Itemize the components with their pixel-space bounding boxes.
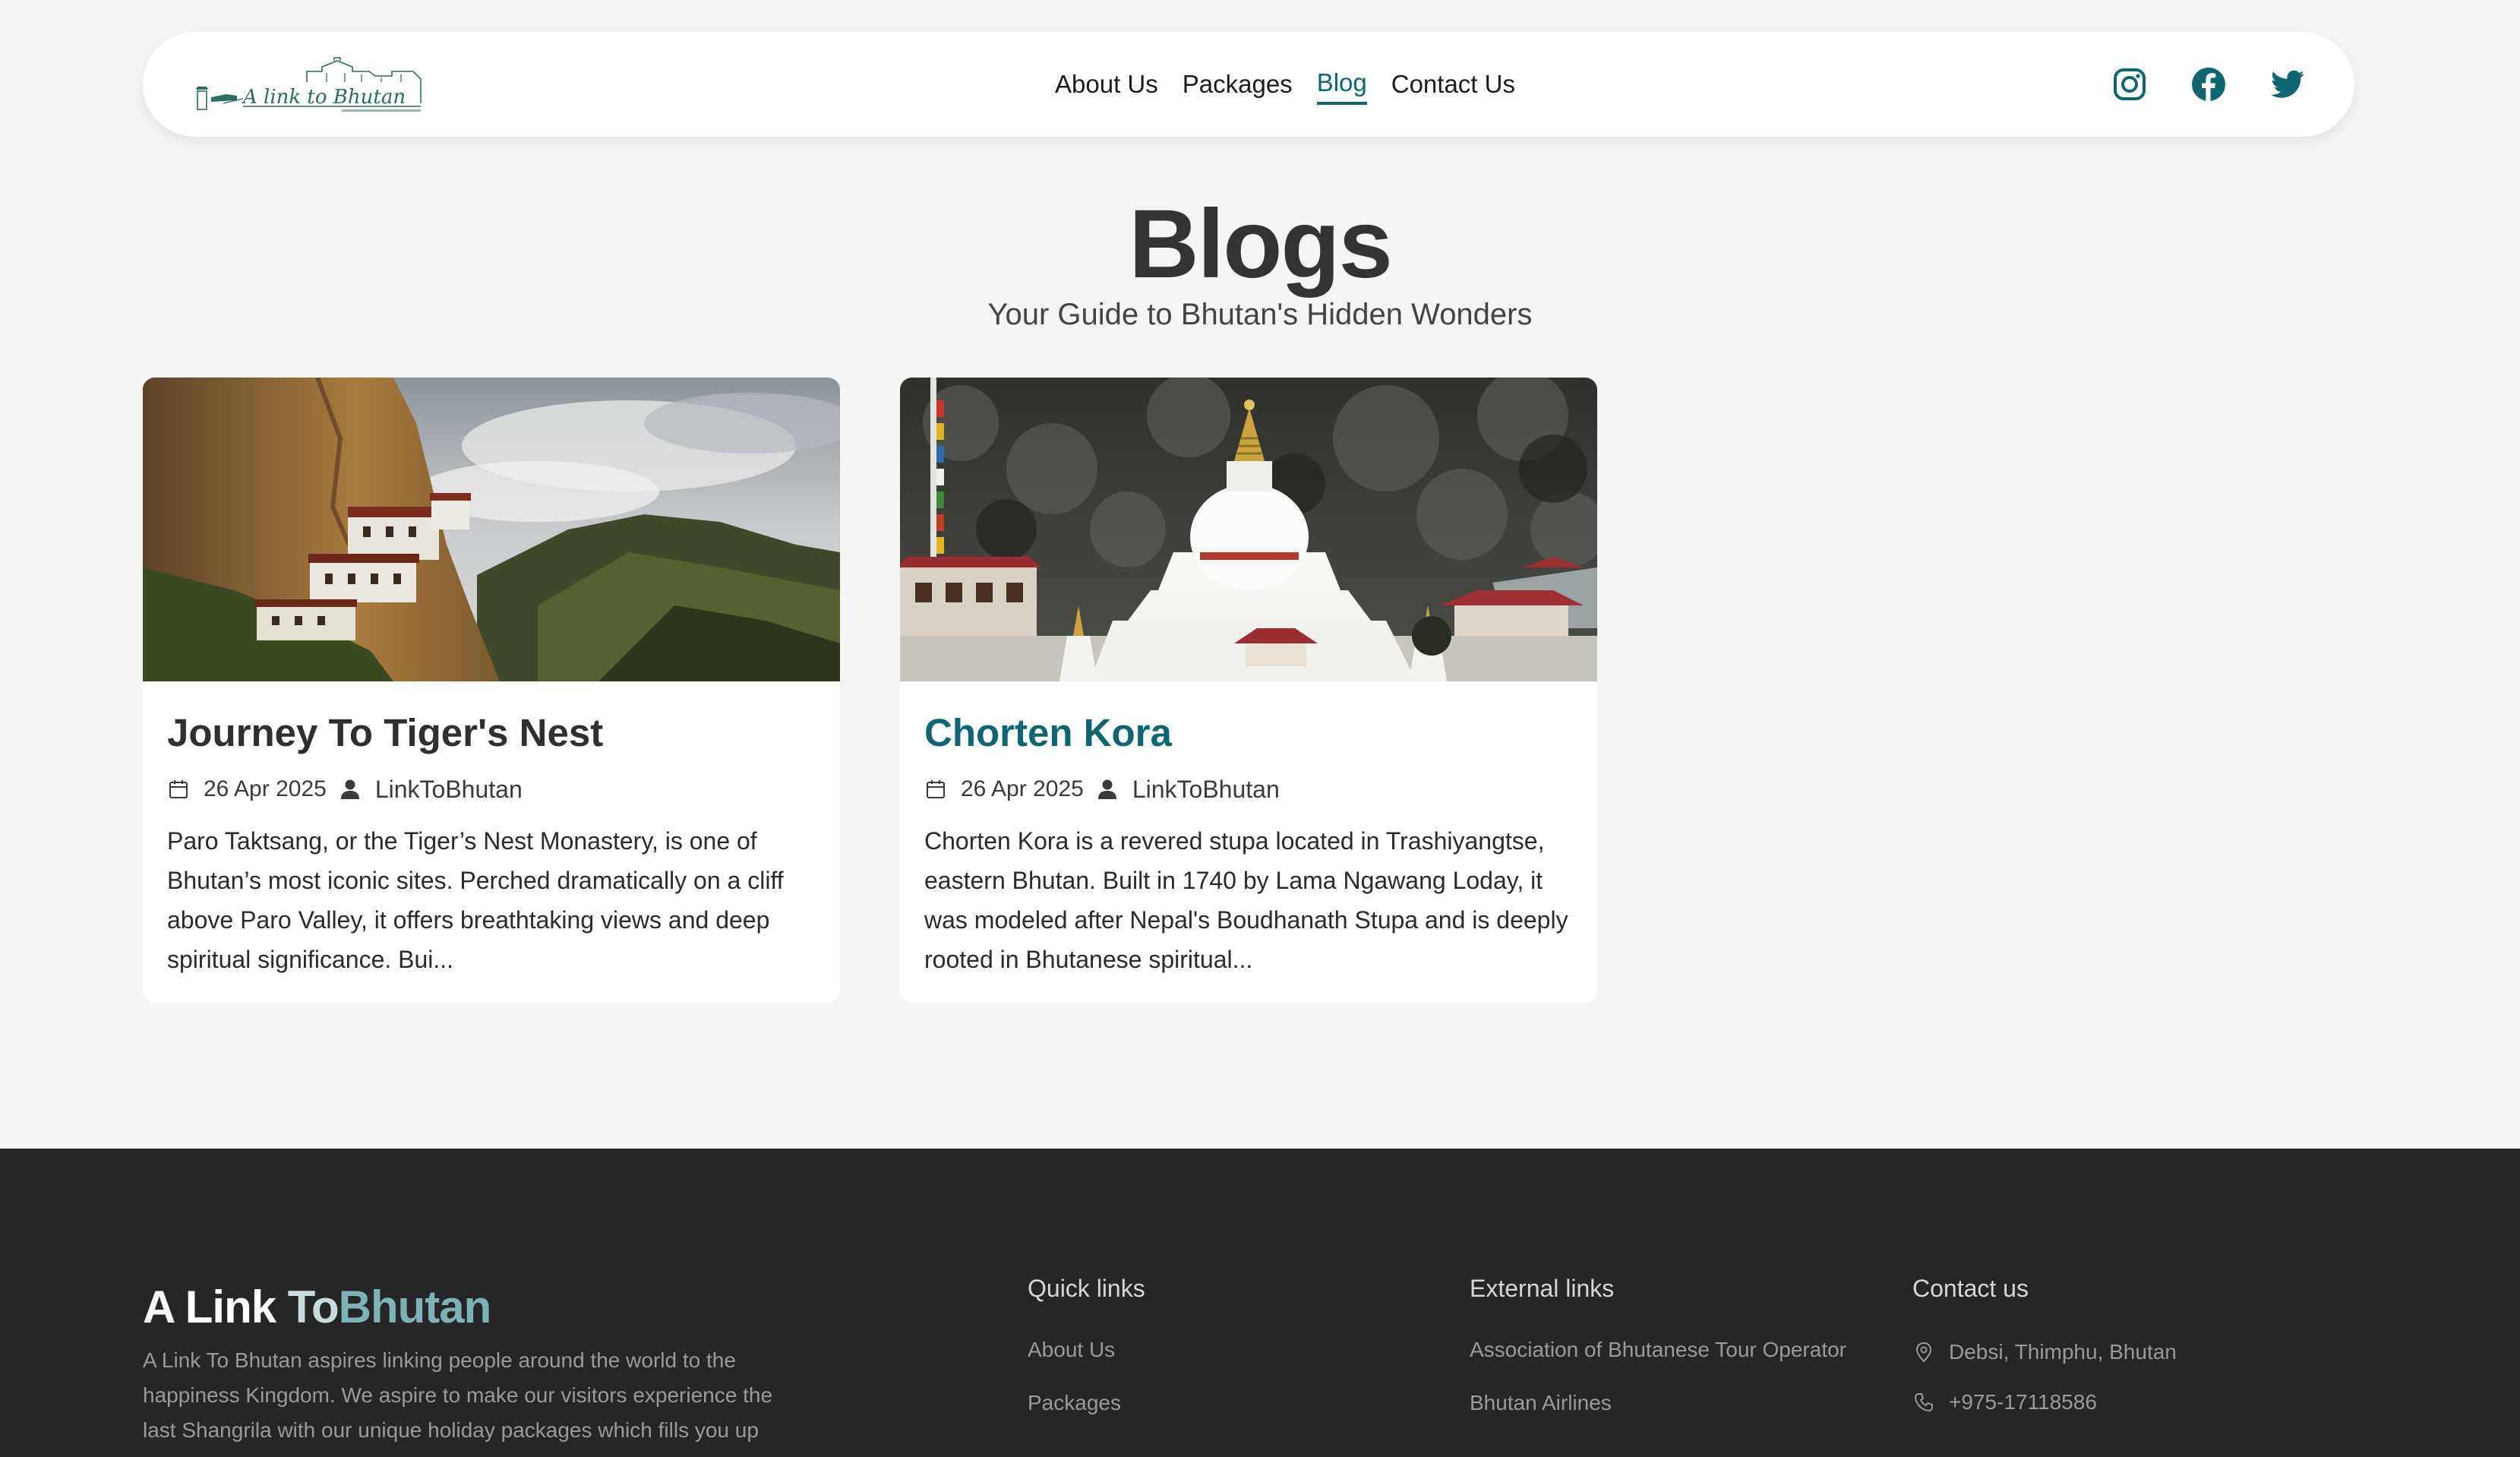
- nav-about-us[interactable]: About Us: [1055, 65, 1158, 103]
- blog-image-tigers-nest: [143, 378, 840, 681]
- nav-blog[interactable]: Blog: [1316, 64, 1367, 105]
- blog-meta: 26 Apr 2025 LinkToBhutan: [924, 773, 1573, 806]
- blog-author: LinkToBhutan: [1132, 775, 1280, 803]
- footer-contact: Contact us Debsi, Thimphu, Bhutan +975-1…: [1912, 1275, 2177, 1438]
- blog-author: LinkToBhutan: [374, 775, 523, 803]
- navbar: A link to Bhutan About Us Packages Blog …: [143, 32, 2354, 137]
- footer-brand-bhutan: Bhutan: [338, 1282, 492, 1332]
- contact-address: Debsi, Thimphu, Bhutan: [1912, 1338, 2177, 1367]
- footer-link-abto[interactable]: Association of Bhutanese Tour Operator: [1470, 1338, 1846, 1367]
- footer-link-bhutan-airlines[interactable]: Bhutan Airlines: [1470, 1391, 1846, 1420]
- facebook-icon[interactable]: [2190, 66, 2227, 103]
- footer-heading-external-links: External links: [1470, 1275, 1615, 1302]
- social-links: [2111, 32, 2306, 137]
- blog-title[interactable]: Chorten Kora: [924, 709, 1573, 757]
- blog-title[interactable]: Journey To Tiger's Nest: [167, 709, 816, 757]
- phone-icon: [1915, 1393, 1933, 1411]
- blog-image-chorten-kora: [900, 378, 1597, 681]
- user-icon: [1097, 779, 1116, 799]
- blog-card-tigers-nest[interactable]: Journey To Tiger's Nest 26 Apr 2025 Link…: [143, 378, 840, 1003]
- twitter-icon[interactable]: [2269, 66, 2306, 103]
- nav-contact-us[interactable]: Contact Us: [1391, 65, 1515, 103]
- footer-external-links: External links Association of Bhutanese …: [1470, 1275, 1846, 1444]
- contact-address-text: Debsi, Thimphu, Bhutan: [1949, 1340, 2177, 1364]
- calendar-icon: [169, 780, 188, 798]
- footer-heading-quick-links: Quick links: [1028, 1275, 1145, 1302]
- blog-meta: 26 Apr 2025 LinkToBhutan: [167, 773, 816, 806]
- footer-brand: A Link ToBhutan: [143, 1281, 491, 1333]
- blog-date: 26 Apr 2025: [961, 776, 1084, 801]
- map-pin-icon: [1915, 1342, 1932, 1363]
- blog-card-chorten-kora[interactable]: Chorten Kora 26 Apr 2025 LinkToBhutan Ch…: [900, 378, 1597, 1003]
- contact-phone[interactable]: +975-17118586: [1912, 1388, 2177, 1417]
- main-nav: About Us Packages Blog Contact Us: [1055, 32, 1515, 137]
- footer-quick-links: Quick links About Us Packages: [1028, 1275, 1145, 1444]
- blog-excerpt: Chorten Kora is a revered stupa located …: [924, 827, 1568, 973]
- footer-brand-to: To: [287, 1282, 339, 1332]
- site-logo[interactable]: A link to Bhutan: [193, 56, 451, 117]
- footer-about-text: A Link To Bhutan aspires linking people …: [143, 1348, 773, 1442]
- footer-link-packages[interactable]: Packages: [1028, 1391, 1145, 1420]
- instagram-icon[interactable]: [2111, 66, 2148, 103]
- calendar-icon: [927, 780, 945, 798]
- footer-link-about-us[interactable]: About Us: [1028, 1338, 1145, 1367]
- blog-date: 26 Apr 2025: [204, 776, 327, 801]
- page-subtitle: Your Guide to Bhutan's Hidden Wonders: [987, 298, 1533, 331]
- page-title: Blogs: [1129, 190, 1393, 299]
- nav-packages[interactable]: Packages: [1183, 65, 1293, 103]
- user-icon: [340, 779, 359, 799]
- footer: A Link ToBhutan A Link To Bhutan aspires…: [0, 1149, 2520, 1457]
- footer-brand-a: A Link: [143, 1282, 276, 1332]
- blog-card-body: Journey To Tiger's Nest 26 Apr 2025 Link…: [143, 681, 840, 979]
- blog-card-body: Chorten Kora 26 Apr 2025 LinkToBhutan Ch…: [900, 681, 1597, 979]
- svg-text:A link to Bhutan: A link to Bhutan: [242, 86, 406, 109]
- contact-phone-text: +975-17118586: [1949, 1390, 2097, 1414]
- blog-excerpt: Paro Taktsang, or the Tiger’s Nest Monas…: [167, 827, 784, 973]
- footer-heading-contact: Contact us: [1912, 1275, 2029, 1302]
